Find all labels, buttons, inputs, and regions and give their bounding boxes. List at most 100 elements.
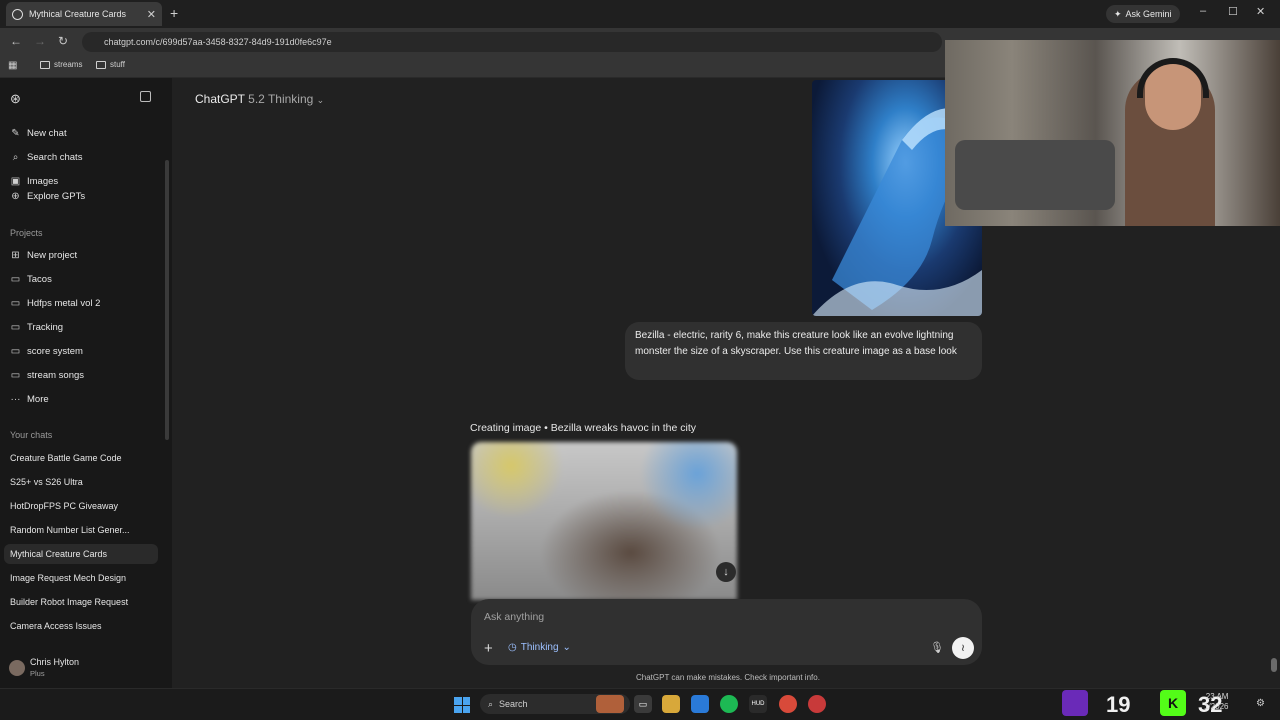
project-label: score system <box>27 346 83 357</box>
gemini-sparkle-icon: ✦ <box>1114 8 1122 19</box>
folder-icon: ▭ <box>10 274 21 285</box>
folder-plus-icon: ⊞ <box>11 250 20 261</box>
folder-icon <box>40 60 50 69</box>
back-arrow-icon[interactable]: ← <box>10 34 22 48</box>
avatar[interactable] <box>9 660 25 676</box>
chrome-icon[interactable] <box>779 695 797 713</box>
message-input[interactable]: Ask anything <box>484 611 544 623</box>
chat-item[interactable]: HotDropFPS PC Giveaway <box>10 501 118 511</box>
clock-date: 1/2026 <box>1204 702 1229 711</box>
ask-gemini-label: Ask Gemini <box>1125 9 1172 19</box>
notepad-icon[interactable] <box>691 695 709 713</box>
sidebar-item-label: Explore GPTs <box>27 192 86 202</box>
chevron-down-icon: ⌄ <box>562 642 571 653</box>
webcam-overlay <box>945 40 1280 226</box>
chat-item[interactable]: Random Number List Gener... <box>10 525 130 535</box>
model-selector[interactable]: ChatGPT 5.2 Thinking ⌄ <box>195 92 324 106</box>
sidebar-item-label: Images <box>27 176 59 187</box>
microphone-icon[interactable]: 🎙 <box>930 641 944 654</box>
hud-fx-icon[interactable]: HUD <box>749 695 767 713</box>
widget-icon[interactable] <box>596 695 624 713</box>
reload-icon[interactable]: ↻ <box>58 34 68 48</box>
user-plan: Plus <box>30 669 45 678</box>
voice-mode-button[interactable]: ≀ <box>952 637 974 659</box>
apps-grid-icon[interactable]: ▦ <box>8 60 17 71</box>
user-name[interactable]: Chris Hylton <box>30 657 79 667</box>
chrome-active-icon[interactable] <box>808 695 826 713</box>
task-view-icon[interactable]: ▭ <box>634 695 652 713</box>
windows-start-icon[interactable] <box>454 697 470 713</box>
kick-icon[interactable]: K <box>1160 690 1186 716</box>
minimize-button[interactable]: – <box>1200 5 1206 17</box>
sidebar-item-label: Search chats <box>27 152 83 163</box>
new-tab-button[interactable]: + <box>170 5 178 21</box>
bookmark-stuff[interactable]: stuff <box>96 60 125 69</box>
project-score-system[interactable]: ▭ score system <box>10 346 83 357</box>
project-label: Tracking <box>27 322 64 333</box>
bookmark-label: stuff <box>110 60 125 69</box>
project-stream-songs[interactable]: ▭ stream songs <box>10 370 84 381</box>
chat-item[interactable]: Builder Robot Image Request <box>10 597 128 607</box>
sidebar-item-search-chats[interactable]: ⌕ Search chats <box>10 152 83 163</box>
search-icon: ⌕ <box>488 698 494 709</box>
project-hdfps-metal-vol-2[interactable]: ▭ Hdfps metal vol 2 <box>10 298 101 309</box>
main-scrollbar[interactable] <box>1271 658 1277 672</box>
ask-gemini-button[interactable]: ✦ Ask Gemini <box>1106 5 1180 23</box>
sidebar-item-explore-gpts[interactable]: ⊕ Explore GPTs <box>10 192 85 202</box>
projects-more[interactable]: ··· More <box>10 394 49 405</box>
explore-icon: ⊕ <box>11 192 20 202</box>
folder-icon: ▭ <box>10 370 21 381</box>
project-label: More <box>27 394 49 405</box>
settings-gear-icon[interactable]: ⚙ <box>1256 698 1265 709</box>
bookmark-label: streams <box>54 60 83 69</box>
model-name: ChatGPT <box>195 92 245 106</box>
spotify-icon[interactable] <box>720 695 738 713</box>
user-message-bubble: Bezilla - electric, rarity 6, make this … <box>625 322 982 380</box>
sidebar-item-images[interactable]: ▣ Images <box>10 176 58 187</box>
url-field[interactable]: chatgpt.com/c/699d57aa-3458-8327-84d9-19… <box>82 32 942 52</box>
bookmark-streams[interactable]: streams <box>40 60 82 69</box>
toggle-sidebar-icon[interactable] <box>140 91 151 102</box>
image-icon: ▣ <box>10 176 21 187</box>
chevron-down-icon: ⌄ <box>316 95 325 105</box>
sidebar-item-new-chat[interactable]: ✎ New chat <box>10 128 66 139</box>
clock-time: 23 AM <box>1205 692 1229 701</box>
your-chats-heading: Your chats <box>10 430 53 440</box>
disclaimer-text: ChatGPT can make mistakes. Check importa… <box>636 673 820 682</box>
chat-item[interactable]: Camera Access Issues <box>10 621 102 631</box>
project-tracking[interactable]: ▭ Tracking <box>10 322 63 333</box>
folder-icon: ▭ <box>10 298 21 309</box>
folder-icon: ▭ <box>10 322 21 333</box>
forward-arrow-icon[interactable]: → <box>34 34 46 48</box>
project-tacos[interactable]: ▭ Tacos <box>10 274 52 285</box>
browser-tab-bar <box>0 0 1280 28</box>
twitch-viewer-count: 19 <box>1106 692 1131 717</box>
close-tab-icon[interactable]: ✕ <box>147 8 156 21</box>
folder-icon <box>96 60 106 69</box>
twitch-icon[interactable] <box>1062 690 1088 716</box>
clock-icon: ◷ <box>508 642 517 653</box>
openai-logo-icon[interactable]: ⊛ <box>10 91 21 107</box>
tab-mythical-creature-cards[interactable]: Mythical Creature Cards ✕ <box>6 2 162 26</box>
scroll-down-button[interactable]: ↓ <box>716 562 736 582</box>
more-dots-icon: ··· <box>10 394 21 405</box>
project-label: stream songs <box>27 370 85 381</box>
thinking-mode-selector[interactable]: ◷ Thinking ⌄ <box>508 642 571 653</box>
system-clock[interactable]: 23 AM 1/2026 <box>1204 692 1228 712</box>
close-window-button[interactable]: ✕ <box>1256 5 1265 18</box>
maximize-button[interactable]: ☐ <box>1228 5 1238 18</box>
chat-item-active[interactable]: Mythical Creature Cards <box>10 549 107 559</box>
project-label: New project <box>27 250 78 261</box>
chat-item[interactable]: Image Request Mech Design <box>10 573 126 583</box>
chat-item[interactable]: S25+ vs S26 Ultra <box>10 477 83 487</box>
project-label: Hdfps metal vol 2 <box>27 298 101 309</box>
sidebar-scrollbar[interactable] <box>165 160 169 440</box>
add-attachment-button[interactable]: + <box>484 640 493 657</box>
project-new-project[interactable]: ⊞ New project <box>10 250 77 261</box>
folder-icon: ▭ <box>10 346 21 357</box>
file-explorer-icon[interactable] <box>662 695 680 713</box>
taskbar-search-label: Search <box>499 699 528 709</box>
chatgpt-favicon-icon <box>12 8 23 20</box>
edit-icon: ✎ <box>11 128 20 139</box>
chat-item[interactable]: Creature Battle Game Code <box>10 453 122 463</box>
